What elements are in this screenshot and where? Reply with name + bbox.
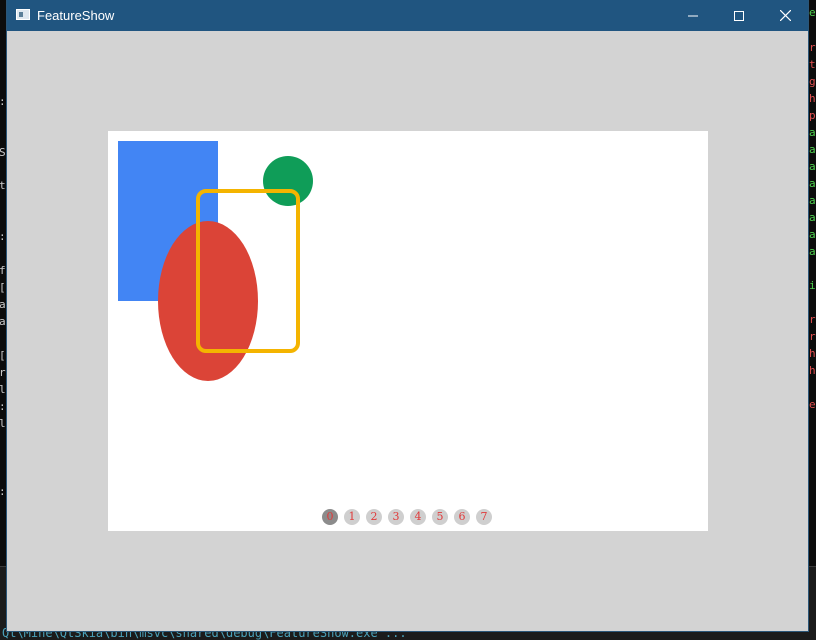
page-dot-1[interactable]: 1: [344, 509, 360, 525]
console-char: a: [0, 315, 6, 328]
console-char: :: [0, 96, 6, 108]
console-char: :: [0, 231, 6, 243]
console-char: h: [809, 347, 816, 360]
featureshow-window: FeatureShow 01234567: [7, 0, 808, 631]
console-char: l: [0, 383, 6, 396]
page-dot-6[interactable]: 6: [454, 509, 470, 525]
page-dot-4[interactable]: 4: [410, 509, 426, 525]
console-char: a: [809, 211, 816, 224]
minimize-icon: [688, 11, 698, 21]
console-char: p: [809, 109, 816, 122]
console-char: a: [809, 177, 816, 190]
console-char: a: [809, 228, 816, 241]
green-circle: [263, 156, 313, 206]
console-char: f: [0, 264, 6, 277]
shapes-svg: [118, 141, 313, 381]
console-char: a: [0, 298, 6, 311]
title-bar[interactable]: FeatureShow: [7, 0, 808, 31]
console-char: a: [809, 126, 816, 139]
console-char: a: [809, 143, 816, 156]
console-char: l: [0, 417, 6, 430]
page-dot-3[interactable]: 3: [388, 509, 404, 525]
console-char: h: [809, 364, 816, 377]
console-char: :: [0, 486, 6, 498]
console-char: [: [0, 282, 6, 294]
maximize-icon: [734, 10, 744, 21]
minimize-button[interactable]: [670, 0, 716, 31]
console-char: h: [809, 92, 816, 105]
window-title: FeatureShow: [37, 8, 115, 23]
console-char: r: [809, 330, 816, 343]
console-char: a: [809, 245, 816, 258]
console-char: g: [809, 75, 816, 88]
drawing-canvas[interactable]: 01234567: [108, 131, 708, 531]
console-char: i: [809, 279, 816, 292]
page-dot-5[interactable]: 5: [432, 509, 448, 525]
console-char: e: [809, 6, 816, 19]
console-char: t: [809, 58, 816, 71]
maximize-button[interactable]: [716, 0, 762, 31]
console-char: r: [0, 366, 6, 379]
console-char: S: [0, 146, 6, 159]
page-dot-0[interactable]: 0: [322, 509, 338, 525]
console-char: [: [0, 350, 6, 362]
console-char: e: [809, 398, 816, 411]
page-dot-2[interactable]: 2: [366, 509, 382, 525]
red-ellipse: [158, 221, 258, 381]
close-button[interactable]: [762, 0, 808, 31]
console-char: a: [809, 194, 816, 207]
close-icon: [779, 10, 791, 21]
console-char: :: [0, 401, 6, 413]
page-dot-7[interactable]: 7: [476, 509, 492, 525]
app-window-icon: [16, 9, 30, 20]
console-char: r: [809, 41, 816, 54]
console-char: r: [809, 313, 816, 326]
console-char: a: [809, 160, 816, 173]
console-right-edge: ertghpaaaaaaaairrhhe: [808, 0, 816, 600]
console-char: t: [0, 179, 6, 192]
